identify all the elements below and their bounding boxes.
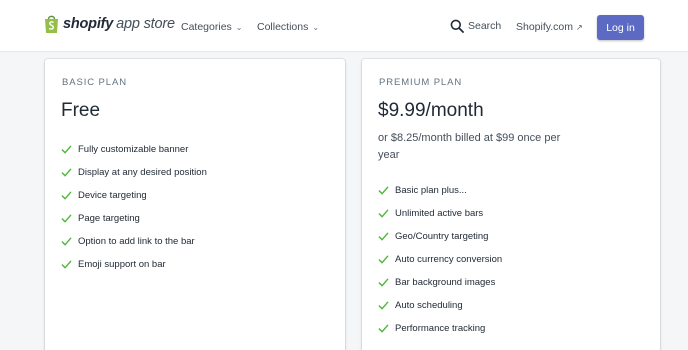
checkmark-icon — [61, 168, 72, 177]
chevron-down-icon: ⌄ — [235, 22, 243, 32]
brand-name: shopify — [63, 16, 114, 32]
nav-collections[interactable]: Collections ⌄ — [257, 21, 319, 33]
feature-item: Performance tracking — [378, 317, 502, 340]
feature-text: Auto currency conversion — [395, 254, 503, 265]
feature-text: Bar background images — [395, 277, 496, 288]
checkmark-icon — [61, 214, 72, 223]
shopify-com-link[interactable]: Shopify.com ↗ — [516, 21, 583, 33]
premium-feature-list: Basic plan plus... Unlimited active bars… — [378, 179, 502, 340]
checkmark-icon — [378, 255, 389, 264]
external-link-icon: ↗ — [576, 22, 583, 32]
feature-text: Auto scheduling — [395, 300, 463, 311]
shopify-app-store-logo[interactable]: shopify app store — [43, 14, 175, 34]
premium-plan-price: $9.99/month — [378, 100, 484, 121]
nav-collections-label: Collections — [257, 21, 309, 33]
nav-categories-label: Categories — [181, 21, 232, 33]
feature-text: Emoji support on bar — [78, 259, 166, 270]
feature-text: Performance tracking — [395, 323, 486, 334]
premium-annual-price-note: or $8.25/month billed at $99 once per ye… — [378, 132, 561, 161]
feature-text: Basic plan plus... — [395, 185, 467, 196]
checkmark-icon — [378, 324, 389, 333]
feature-text: Device targeting — [78, 190, 147, 201]
basic-plan-card: BASIC PLAN Free Fully customizable banne… — [45, 59, 345, 350]
feature-item: Auto scheduling — [378, 294, 502, 317]
login-button[interactable]: Log in — [597, 15, 644, 40]
premium-plan-label: PREMIUM PLAN — [379, 77, 463, 88]
checkmark-icon — [378, 301, 389, 310]
basic-feature-list: Fully customizable banner Display at any… — [61, 138, 207, 276]
basic-plan-label: BASIC PLAN — [62, 77, 127, 88]
checkmark-icon — [61, 237, 72, 246]
shopify-bag-icon — [45, 15, 58, 33]
search-icon — [450, 19, 464, 33]
checkmark-icon — [378, 232, 389, 241]
basic-plan-price: Free — [61, 100, 101, 121]
feature-item: Display at any desired position — [61, 161, 207, 184]
feature-text: Unlimited active bars — [395, 208, 484, 219]
feature-item: Page targeting — [61, 207, 207, 230]
checkmark-icon — [61, 260, 72, 269]
feature-text: Display at any desired position — [78, 167, 207, 178]
feature-item: Auto currency conversion — [378, 248, 502, 271]
feature-text: Fully customizable banner — [78, 144, 189, 155]
feature-text: Option to add link to the bar — [78, 236, 195, 247]
checkmark-icon — [61, 191, 72, 200]
top-navigation-bar: shopify app store Categories ⌄ Collection… — [0, 0, 688, 52]
chevron-down-icon: ⌄ — [312, 22, 320, 32]
feature-item: Emoji support on bar — [61, 253, 207, 276]
feature-item: Fully customizable banner — [61, 138, 207, 161]
nav-categories[interactable]: Categories ⌄ — [181, 21, 242, 33]
checkmark-icon — [378, 186, 389, 195]
feature-item: Bar background images — [378, 271, 502, 294]
feature-item: Unlimited active bars — [378, 202, 502, 225]
search-button[interactable]: Search — [450, 19, 501, 33]
feature-item: Option to add link to the bar — [61, 230, 207, 253]
premium-plan-card: PREMIUM PLAN $9.99/month or $8.25/month … — [362, 59, 660, 350]
feature-text: Page targeting — [78, 213, 140, 224]
feature-item: Device targeting — [61, 184, 207, 207]
shopify-com-label: Shopify.com — [516, 21, 573, 33]
checkmark-icon — [378, 209, 389, 218]
search-label: Search — [468, 20, 502, 32]
feature-item: Geo/Country targeting — [378, 225, 502, 248]
brand-suffix: app store — [116, 16, 175, 32]
feature-text: Geo/Country targeting — [395, 231, 489, 242]
checkmark-icon — [378, 278, 389, 287]
feature-item: Basic plan plus... — [378, 179, 502, 202]
checkmark-icon — [61, 145, 72, 154]
